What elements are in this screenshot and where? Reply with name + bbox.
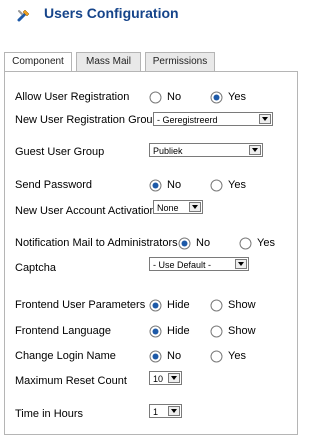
- page-title: Users Configuration: [44, 5, 179, 21]
- frontend-params-hide-label: Hide: [167, 299, 190, 311]
- allow-registration-no-radio[interactable]: [149, 91, 162, 104]
- page-header: Users Configuration: [0, 0, 300, 30]
- account-activation-select[interactable]: None: [153, 200, 203, 214]
- guest-group-label: Guest User Group: [15, 146, 105, 158]
- captcha-value: - Use Default -: [153, 260, 212, 270]
- chevron-down-icon: [249, 145, 261, 155]
- frontend-params-show-label: Show: [228, 299, 256, 311]
- captcha-select[interactable]: - Use Default -: [149, 257, 249, 271]
- frontend-params-show-radio[interactable]: [210, 299, 223, 312]
- allow-registration-label: Allow User Registration: [15, 91, 130, 103]
- chevron-down-icon: [259, 114, 271, 124]
- send-password-no-label: No: [167, 179, 182, 191]
- change-login-yes-radio[interactable]: [210, 350, 223, 363]
- frontend-params-hide-radio[interactable]: [149, 299, 162, 312]
- max-reset-value: 10: [153, 374, 164, 384]
- notification-mail-label: Notification Mail to Administrators: [15, 237, 178, 249]
- chevron-down-icon: [168, 373, 180, 383]
- time-hours-label: Time in Hours: [15, 408, 84, 420]
- guest-group-select[interactable]: Publiek: [149, 143, 263, 157]
- send-password-label: Send Password: [15, 179, 93, 191]
- notification-mail-yes-radio[interactable]: [239, 237, 252, 250]
- registration-group-label: New User Registration Group: [15, 114, 159, 126]
- captcha-label: Captcha: [15, 262, 56, 274]
- change-login-label: Change Login Name: [15, 350, 116, 362]
- frontend-params-label: Frontend User Parameters: [15, 299, 146, 311]
- chevron-down-icon: [189, 202, 201, 212]
- tools-icon: [17, 9, 30, 22]
- component-panel: Allow User Registration No Yes New User …: [4, 71, 298, 435]
- registration-group-value: - Geregistreerd: [157, 115, 218, 125]
- chevron-down-icon: [168, 406, 180, 416]
- change-login-yes-label: Yes: [228, 350, 246, 362]
- chevron-down-icon: [235, 259, 247, 269]
- allow-registration-yes-label: Yes: [228, 91, 246, 103]
- tab-permissions[interactable]: Permissions: [145, 52, 215, 71]
- frontend-language-label: Frontend Language: [15, 325, 112, 337]
- frontend-language-show-label: Show: [228, 325, 256, 337]
- notification-mail-no-radio[interactable]: [178, 237, 191, 250]
- notification-mail-yes-label: Yes: [257, 237, 275, 249]
- max-reset-label: Maximum Reset Count: [15, 375, 127, 387]
- notification-mail-no-label: No: [196, 237, 211, 249]
- max-reset-select[interactable]: 10: [149, 371, 182, 385]
- time-hours-select[interactable]: 1: [149, 404, 182, 418]
- allow-registration-yes-radio[interactable]: [210, 91, 223, 104]
- allow-registration-no-label: No: [167, 91, 182, 103]
- frontend-language-show-radio[interactable]: [210, 325, 223, 338]
- account-activation-value: None: [157, 203, 179, 213]
- guest-group-value: Publiek: [153, 146, 183, 156]
- tab-component[interactable]: Component: [4, 52, 72, 72]
- change-login-no-label: No: [167, 350, 182, 362]
- time-hours-value: 1: [153, 407, 159, 417]
- send-password-no-radio[interactable]: [149, 179, 162, 192]
- send-password-yes-radio[interactable]: [210, 179, 223, 192]
- send-password-yes-label: Yes: [228, 179, 246, 191]
- frontend-language-hide-label: Hide: [167, 325, 190, 337]
- account-activation-label: New User Account Activation: [15, 205, 156, 217]
- registration-group-select[interactable]: - Geregistreerd: [153, 112, 273, 126]
- tab-mass-mail[interactable]: Mass Mail: [76, 52, 141, 71]
- change-login-no-radio[interactable]: [149, 350, 162, 363]
- frontend-language-hide-radio[interactable]: [149, 325, 162, 338]
